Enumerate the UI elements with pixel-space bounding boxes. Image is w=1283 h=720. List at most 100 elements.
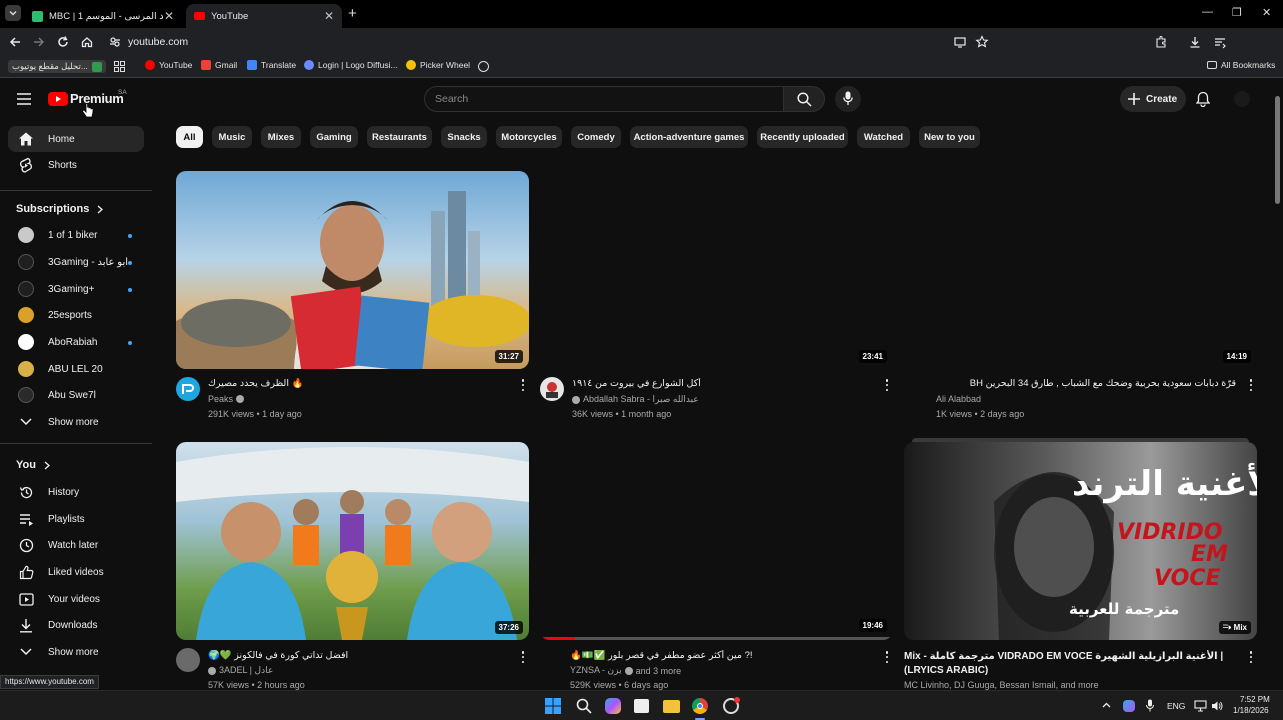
sidebar-item-playlists[interactable]: Playlists xyxy=(8,506,144,532)
search-box[interactable] xyxy=(424,86,784,112)
sidebar-item-home[interactable]: Home xyxy=(8,126,144,152)
subscription-item[interactable]: ABU LEL 20 xyxy=(8,356,144,382)
channel-avatar[interactable] xyxy=(544,650,560,666)
video-title[interactable]: الظرف يحدد مصيرك 🔥 xyxy=(208,378,508,389)
reload-icon[interactable] xyxy=(56,35,70,49)
file-explorer-icon[interactable] xyxy=(663,700,680,713)
chip-motorcycles[interactable]: Motorcycles xyxy=(496,126,562,148)
channel-avatar[interactable] xyxy=(176,377,200,401)
extensions-puzzle-icon[interactable] xyxy=(1154,35,1168,49)
chip-mixes[interactable]: Mixes xyxy=(261,126,301,148)
chip-action-adventure-games[interactable]: Action-adventure games xyxy=(630,126,748,148)
volume-icon[interactable] xyxy=(1211,700,1223,712)
more-actions-icon[interactable] xyxy=(881,378,893,392)
chip-comedy[interactable]: Comedy xyxy=(571,126,621,148)
network-icon[interactable] xyxy=(1194,700,1207,712)
more-actions-icon[interactable] xyxy=(1245,650,1257,664)
sidebar-item-downloads[interactable]: Downloads xyxy=(8,612,144,638)
more-actions-icon[interactable] xyxy=(881,650,893,664)
apps-grid-icon[interactable] xyxy=(114,61,125,72)
more-actions-icon[interactable] xyxy=(1245,378,1257,392)
bookmark-star-icon[interactable] xyxy=(975,35,989,49)
recorder-icon[interactable] xyxy=(723,697,740,714)
channel-name[interactable]: 3ADEL | عادل xyxy=(208,665,273,676)
video-thumbnail[interactable]: 31:27 xyxy=(176,171,529,369)
chip-music[interactable]: Music xyxy=(212,126,252,148)
video-title[interactable]: Mix - مترجمة كاملة VIDRADO EM VOCE الأغن… xyxy=(904,650,1234,678)
scrollbar-thumb[interactable] xyxy=(1275,96,1280,204)
close-window-button[interactable]: ✕ xyxy=(1262,6,1271,19)
chip-snacks[interactable]: Snacks xyxy=(441,126,487,148)
close-tab-icon[interactable]: ✕ xyxy=(164,9,174,23)
account-avatar[interactable] xyxy=(1234,91,1250,107)
install-app-icon[interactable] xyxy=(953,35,967,49)
notifications-bell-icon[interactable] xyxy=(1196,91,1210,107)
taskbar-search-icon[interactable] xyxy=(576,698,592,714)
bookmark-youtube[interactable]: YouTube xyxy=(145,60,192,70)
search-button[interactable] xyxy=(783,86,825,112)
video-thumbnail[interactable]: 23:41 xyxy=(540,171,893,369)
channel-name[interactable]: Peaks xyxy=(208,394,245,404)
channel-name[interactable]: Ali Alabbad xyxy=(936,394,981,404)
channel-name[interactable]: MC Livinho, DJ Guuga, Bessan Ismail, and… xyxy=(904,680,1099,690)
minimize-button[interactable]: — xyxy=(1202,6,1213,18)
microsoft-store-icon[interactable] xyxy=(634,699,649,713)
video-thumbnail[interactable]: 19:46 xyxy=(540,442,893,640)
more-actions-icon[interactable] xyxy=(517,650,529,664)
show-more-you[interactable]: Show more xyxy=(8,639,144,665)
subscriptions-header[interactable]: Subscriptions xyxy=(16,203,104,215)
chip-gaming[interactable]: Gaming xyxy=(310,126,358,148)
chip-recently-uploaded[interactable]: Recently uploaded xyxy=(757,126,848,148)
subscription-item[interactable]: AboRabiah xyxy=(8,329,144,355)
video-thumbnail[interactable]: 37:26 xyxy=(176,442,529,640)
address-bar[interactable] xyxy=(104,31,994,53)
subscription-item[interactable]: 3Gaming - ابو عابد xyxy=(8,249,144,275)
chip-all[interactable]: All xyxy=(176,126,203,148)
restore-button[interactable]: ❐ xyxy=(1232,6,1242,19)
menu-hamburger-icon[interactable] xyxy=(17,93,31,105)
windows-start-icon[interactable] xyxy=(545,698,561,714)
new-tab-button[interactable]: + xyxy=(348,5,357,22)
voice-search-button[interactable] xyxy=(835,86,861,112)
sidebar-item-history[interactable]: History xyxy=(8,479,144,505)
tray-microphone-icon[interactable] xyxy=(1146,699,1154,712)
chip-restaurants[interactable]: Restaurants xyxy=(367,126,432,148)
globe-bookmark-icon[interactable] xyxy=(478,61,489,72)
sidebar-item-liked-videos[interactable]: Liked videos xyxy=(8,559,144,585)
chrome-taskbar-icon[interactable] xyxy=(692,698,708,714)
you-header[interactable]: You xyxy=(16,459,50,471)
forward-icon[interactable] xyxy=(32,35,46,49)
sidebar-item-watch-later[interactable]: Watch later xyxy=(8,532,144,558)
channel-name[interactable]: YZNSA - يزن and 3 more xyxy=(570,665,681,676)
tray-chevron-up-icon[interactable] xyxy=(1102,702,1111,708)
video-title[interactable]: 🔥💵✅ مين أكثر عضو مطفر في قصر بلور ?! xyxy=(570,650,870,661)
page-scrollbar[interactable] xyxy=(1274,88,1281,688)
site-info-icon[interactable] xyxy=(108,35,122,49)
tray-copilot-icon[interactable] xyxy=(1123,700,1135,712)
video-title[interactable]: أكل الشوارع في بيروت من ١٩١٤ xyxy=(572,378,872,389)
copilot-icon[interactable] xyxy=(605,698,621,714)
url-text[interactable]: youtube.com xyxy=(128,36,188,48)
channel-avatar[interactable] xyxy=(540,377,564,401)
video-thumbnail[interactable]: الأغنية الترند VIDRIDO EM VOCE مترجمة لل… xyxy=(904,442,1257,640)
reading-list-icon[interactable] xyxy=(1213,35,1227,49)
show-more-subscriptions[interactable]: Show more xyxy=(8,409,144,435)
tab-mbc[interactable]: MBC | شاهد المرسى - الموسم 1 ✕ xyxy=(26,4,182,28)
bookmark-picker-wheel[interactable]: Picker Wheel xyxy=(406,60,470,70)
channel-avatar[interactable] xyxy=(176,648,200,672)
subscription-item[interactable]: 25esports xyxy=(8,302,144,328)
bookmark-item[interactable]: تحليل مقطع يوتيوب... xyxy=(8,60,106,73)
create-button[interactable]: Create xyxy=(1120,86,1186,112)
home-browser-icon[interactable] xyxy=(80,35,94,49)
language-indicator[interactable]: ENG xyxy=(1167,701,1185,711)
clock-time[interactable]: 7:52 PM xyxy=(1240,695,1270,704)
video-title[interactable]: 🌍💚 افضل تداتي كورة في فالكونز xyxy=(208,650,508,661)
chip-new-to-you[interactable]: New to you xyxy=(919,126,980,148)
subscription-item[interactable]: 1 of 1 biker xyxy=(8,222,144,248)
bookmark-logo-diffusion[interactable]: Login | Logo Diffusi... xyxy=(304,60,398,70)
back-icon[interactable] xyxy=(8,35,22,49)
chip-watched[interactable]: Watched xyxy=(857,126,910,148)
video-title[interactable]: قرّة دبابات سعودية بحربية وضحك مع الشباب… xyxy=(936,378,1236,389)
downloads-icon[interactable] xyxy=(1188,35,1202,49)
sidebar-item-your-videos[interactable]: Your videos xyxy=(8,586,144,612)
